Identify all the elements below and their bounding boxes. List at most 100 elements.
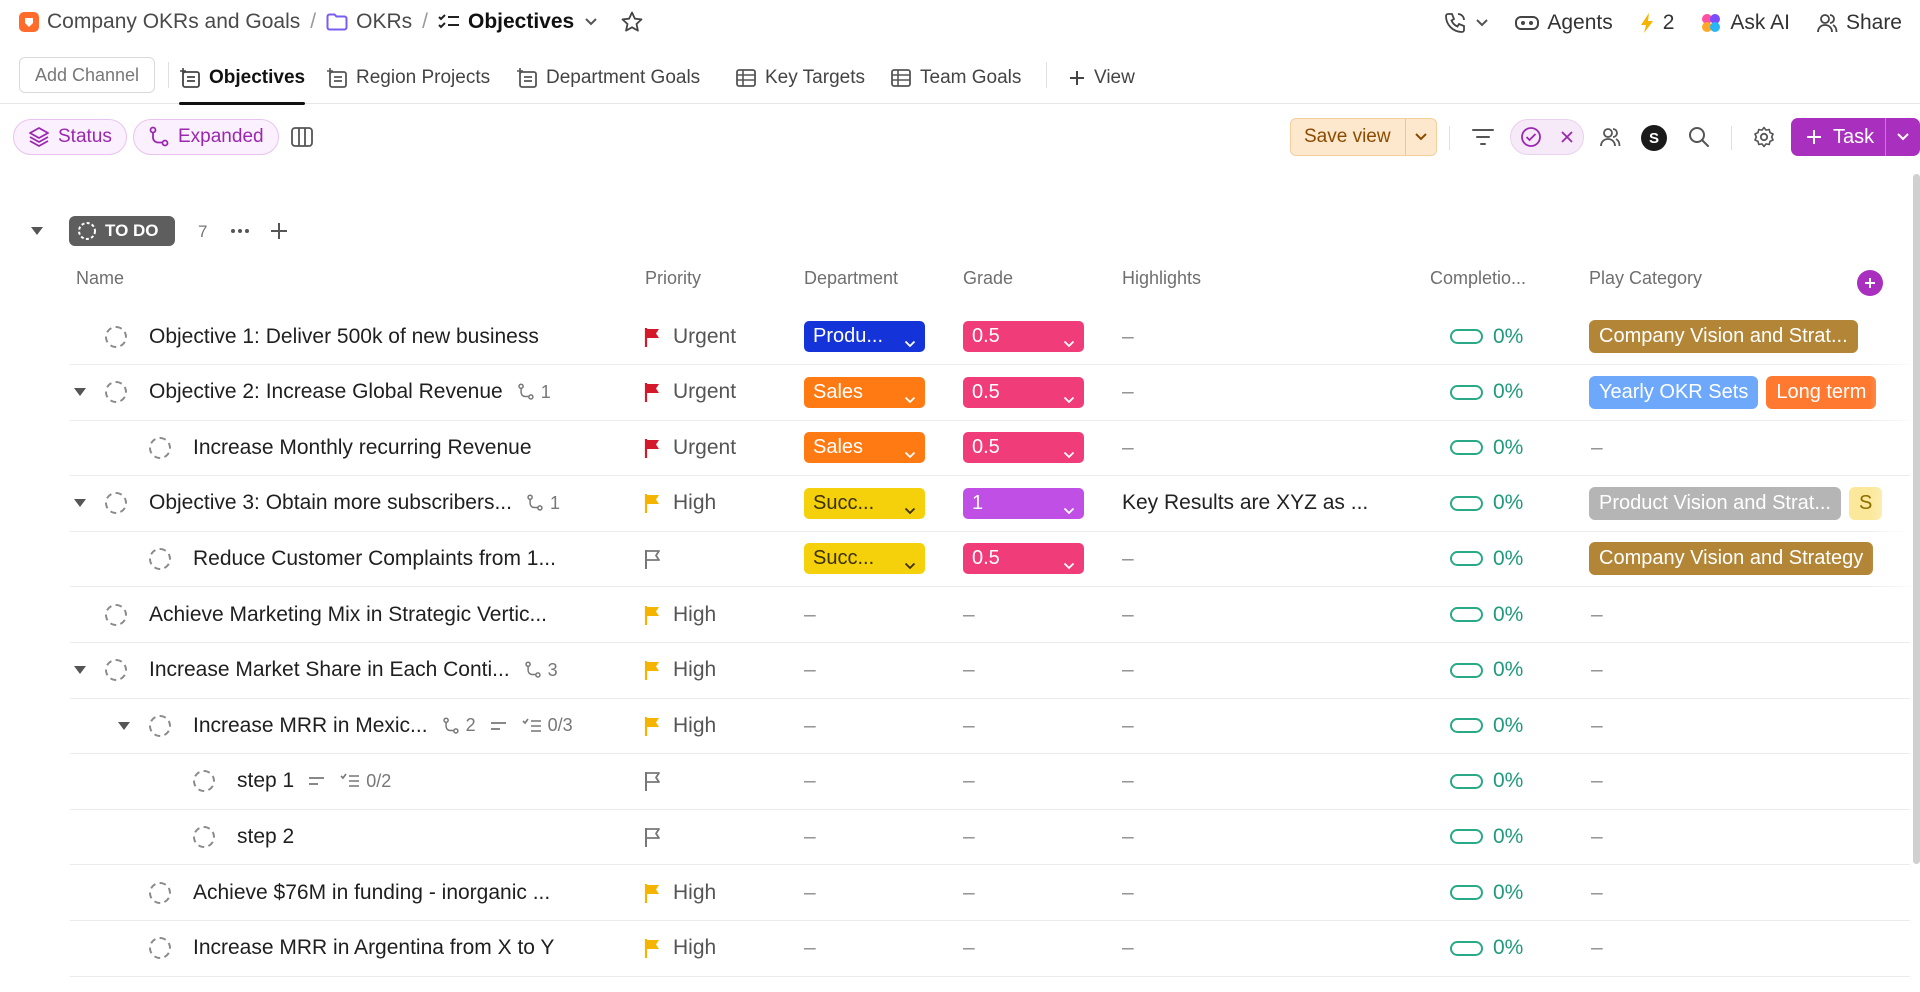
grade-cell[interactable]: – (963, 643, 975, 698)
department-dropdown[interactable]: Sales (804, 432, 925, 464)
table-row[interactable]: Objective 1: Deliver 500k of new busines… (70, 309, 1920, 365)
tab-objectives[interactable]: Objectives (179, 52, 306, 105)
priority-cell[interactable]: High (643, 476, 716, 531)
play-category-tag[interactable]: Company Vision and Strat... (1589, 320, 1858, 353)
task-name-cell[interactable]: Increase Monthly recurring Revenue (193, 420, 532, 475)
task-name[interactable]: Increase Monthly recurring Revenue (193, 436, 532, 460)
expand-subtasks-toggle[interactable] (118, 698, 130, 753)
more-options-icon[interactable] (229, 223, 251, 239)
grade-dropdown[interactable]: 0.5 (963, 376, 1084, 408)
play-category-tag[interactable]: Company Vision and Strategy (1589, 542, 1874, 576)
ask-ai-button[interactable]: Ask AI (1700, 11, 1790, 35)
tab-team-goals[interactable]: Team Goals (890, 52, 1021, 104)
task-status-toggle[interactable] (105, 309, 127, 364)
priority-cell[interactable] (643, 809, 673, 864)
completion-cell[interactable]: 0% (1450, 420, 1523, 475)
grade-cell[interactable]: – (963, 921, 975, 976)
highlights-cell[interactable]: – (1122, 754, 1134, 809)
department-cell[interactable]: Produ... (804, 309, 925, 364)
department-dropdown[interactable]: Produ... (804, 321, 925, 352)
department-cell[interactable]: – (804, 698, 816, 753)
table-row[interactable]: Objective 3: Obtain more subscribers... 1… (70, 475, 1920, 532)
grade-cell[interactable]: – (963, 809, 975, 864)
grade-cell[interactable]: – (963, 698, 975, 753)
group-by-status-button[interactable]: Status (13, 119, 127, 155)
column-header-highlights[interactable]: Highlights (1122, 268, 1201, 289)
department-cell[interactable]: – (804, 643, 816, 698)
expand-subtasks-toggle[interactable] (74, 476, 86, 531)
play-category-cell[interactable]: – (1591, 754, 1603, 809)
grade-cell[interactable]: 0.5 (963, 531, 1084, 586)
priority-cell[interactable]: High (643, 865, 716, 920)
star-icon[interactable] (620, 10, 644, 34)
tab-department-goals[interactable]: Department Goals (516, 52, 700, 104)
highlights-cell[interactable]: – (1122, 809, 1134, 864)
play-category-tag[interactable]: Long term (1766, 375, 1877, 409)
task-status-toggle[interactable] (149, 865, 171, 920)
completion-cell[interactable]: 0% (1450, 865, 1523, 920)
task-name[interactable]: Achieve $76M in funding - inorganic ... (193, 881, 550, 905)
department-cell[interactable]: – (804, 865, 816, 920)
settings-button[interactable] (1746, 119, 1782, 155)
department-dropdown[interactable]: Succ... (804, 543, 925, 575)
highlights-cell[interactable]: – (1122, 865, 1134, 920)
completion-cell[interactable]: 0% (1450, 754, 1523, 809)
priority-cell[interactable] (643, 754, 673, 809)
columns-button[interactable] (284, 119, 320, 155)
play-category-cell[interactable]: – (1591, 587, 1603, 642)
task-name-cell[interactable]: Achieve $76M in funding - inorganic ... (193, 865, 550, 920)
tab-region-projects[interactable]: Region Projects (326, 52, 490, 104)
priority-cell[interactable]: Urgent (643, 309, 736, 364)
highlights-cell[interactable]: – (1122, 643, 1134, 698)
task-name[interactable]: Objective 3: Obtain more subscribers... (149, 491, 512, 515)
priority-cell[interactable]: Urgent (643, 365, 736, 420)
task-name[interactable]: Increase Market Share in Each Conti... (149, 658, 510, 682)
task-status-toggle[interactable] (193, 754, 215, 809)
grade-dropdown[interactable]: 1 (963, 487, 1084, 519)
task-name-cell[interactable]: step 1 0/2 (237, 754, 391, 809)
status-badge[interactable]: TO DO (69, 216, 175, 246)
close-icon[interactable] (1560, 130, 1574, 144)
play-category-tag[interactable]: Product Vision and Strat... (1589, 486, 1841, 520)
task-name[interactable]: Achieve Marketing Mix in Strategic Verti… (149, 603, 547, 627)
task-name[interactable]: Objective 2: Increase Global Revenue (149, 380, 503, 404)
task-name-cell[interactable]: Objective 3: Obtain more subscribers... 1 (149, 476, 560, 531)
department-dropdown[interactable]: Sales (804, 376, 925, 408)
highlights-cell[interactable]: – (1122, 420, 1134, 475)
highlights-cell[interactable]: – (1122, 587, 1134, 642)
grade-dropdown[interactable]: 0.5 (963, 432, 1084, 464)
table-row[interactable]: Increase MRR in Mexic... 2 0/3 High – – – 0% – (70, 698, 1910, 755)
search-button[interactable] (1681, 119, 1717, 155)
call-button[interactable] (1443, 11, 1489, 35)
task-name-cell[interactable]: Increase MRR in Argentina from X to Y (193, 921, 554, 976)
play-category-cell[interactable]: – (1591, 921, 1603, 976)
task-name-cell[interactable]: Objective 1: Deliver 500k of new busines… (149, 309, 539, 364)
task-status-toggle[interactable] (149, 921, 171, 976)
table-row[interactable]: step 1 0/2 – – – 0% – (70, 754, 1910, 810)
task-name-cell[interactable]: Reduce Customer Complaints from 1... (193, 531, 556, 586)
task-name-cell[interactable]: Objective 2: Increase Global Revenue 1 (149, 365, 551, 420)
grade-dropdown[interactable]: 0.5 (963, 321, 1084, 352)
task-name-cell[interactable]: Achieve Marketing Mix in Strategic Verti… (149, 587, 547, 642)
task-status-toggle[interactable] (105, 587, 127, 642)
highlights-cell[interactable]: Key Results are XYZ as ... (1122, 476, 1368, 531)
grade-dropdown[interactable]: 0.5 (963, 543, 1084, 575)
department-cell[interactable]: Sales (804, 365, 925, 420)
expand-subtasks-toggle[interactable] (74, 643, 86, 698)
play-category-tag[interactable]: Yearly OKR Sets (1589, 375, 1759, 409)
play-category-cell[interactable]: – (1591, 809, 1603, 864)
priority-cell[interactable]: High (643, 643, 716, 698)
highlights-cell[interactable]: – (1122, 921, 1134, 976)
task-name[interactable]: Reduce Customer Complaints from 1... (193, 547, 556, 571)
grade-cell[interactable]: 0.5 (963, 420, 1084, 475)
expand-subtasks-toggle[interactable] (74, 365, 86, 420)
assignee-filter-button[interactable] (1592, 119, 1628, 155)
grade-cell[interactable]: – (963, 865, 975, 920)
checklist-count[interactable]: 0/2 (340, 771, 391, 792)
table-row[interactable]: step 2 – – – 0% – (70, 809, 1910, 866)
task-name-cell[interactable]: Increase Market Share in Each Conti... 3 (149, 643, 558, 698)
table-row[interactable]: Increase Monthly recurring Revenue Urgent… (70, 420, 1910, 477)
column-header-department[interactable]: Department (804, 268, 898, 289)
task-name-cell[interactable]: Increase MRR in Mexic... 2 0/3 (193, 698, 573, 753)
priority-cell[interactable]: High (643, 698, 716, 753)
